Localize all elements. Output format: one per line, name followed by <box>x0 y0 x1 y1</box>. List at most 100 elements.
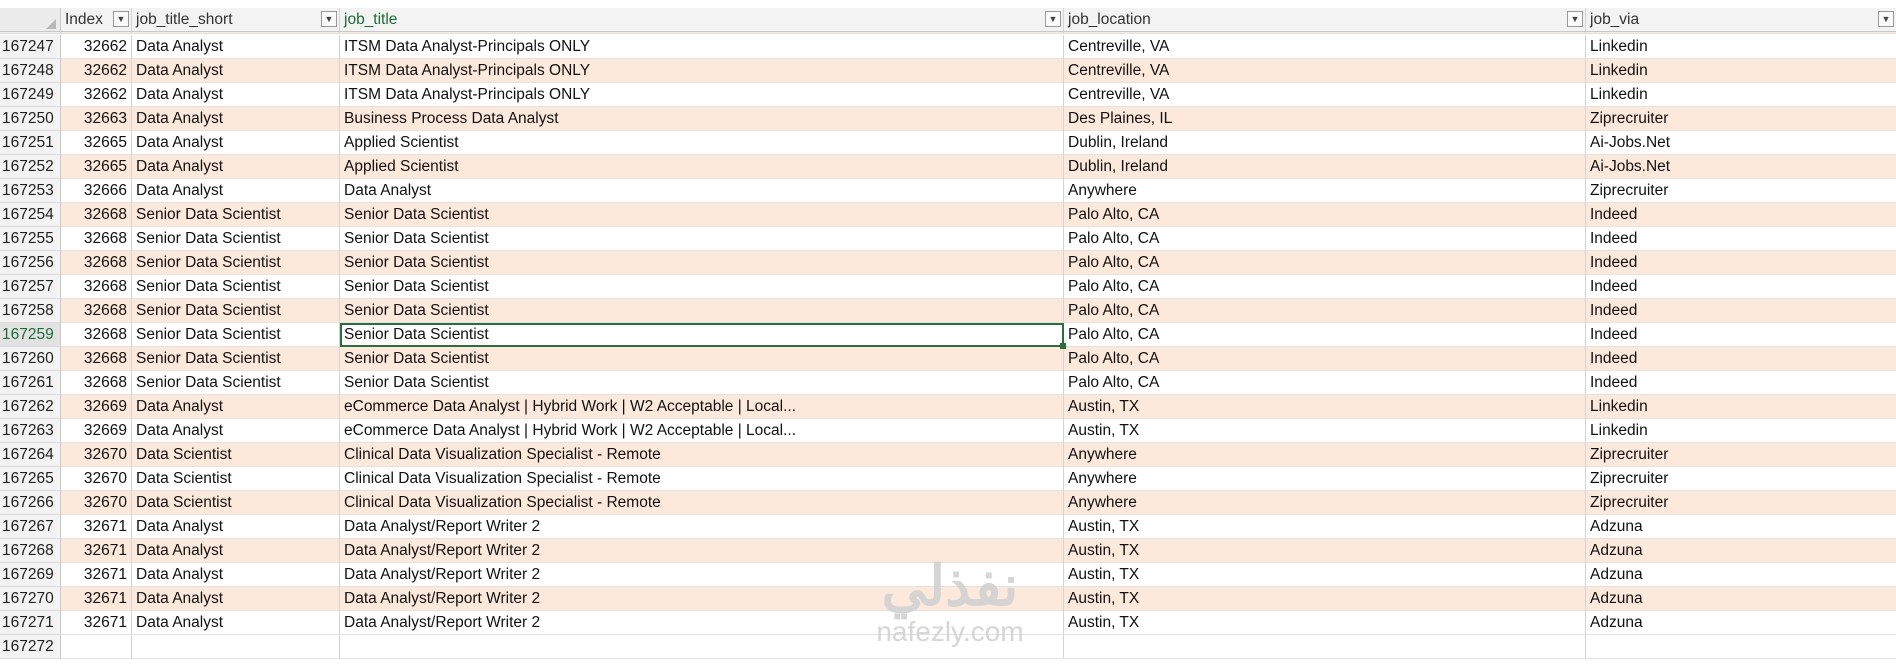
table-row[interactable]: 167267 32671 Data Analyst Data Analyst/Repo… <box>0 515 1896 539</box>
cell-job-via[interactable]: Adzuna <box>1586 611 1896 635</box>
cell-job-via[interactable]: Ziprecruiter <box>1586 107 1896 131</box>
cell-job-title-short[interactable]: Data Analyst <box>132 179 340 203</box>
table-row[interactable]: 167270 32671 Data Analyst Data Analyst/Repo… <box>0 587 1896 611</box>
cell-job-title-short[interactable]: Data Scientist <box>132 491 340 515</box>
cell-job-via[interactable]: Indeed <box>1586 251 1896 275</box>
cell-index[interactable]: 32669 <box>61 395 132 419</box>
cell-job-title[interactable]: ITSM Data Analyst-Principals ONLY <box>340 59 1064 83</box>
row-number[interactable]: 167252 <box>0 155 61 179</box>
table-row[interactable]: 167248 32662 Data Analyst ITSM Data Analyst… <box>0 59 1896 83</box>
cell-job-title[interactable]: eCommerce Data Analyst | Hybrid Work | W… <box>340 395 1064 419</box>
cell-job-location[interactable]: Palo Alto, CA <box>1064 203 1586 227</box>
cell-index[interactable]: 32665 <box>61 131 132 155</box>
cell-job-location[interactable]: Dublin, Ireland <box>1064 155 1586 179</box>
table-row[interactable]: 167253 32666 Data Analyst Data Analyst Anywh… <box>0 179 1896 203</box>
cell-job-title-short[interactable]: Data Analyst <box>132 155 340 179</box>
cell-job-title[interactable]: Data Analyst/Report Writer 2 <box>340 515 1064 539</box>
cell-job-title[interactable]: Data Analyst/Report Writer 2 <box>340 539 1064 563</box>
table-row[interactable]: 167251 32665 Data Analyst Applied Scientist… <box>0 131 1896 155</box>
cell-job-title-short[interactable]: Data Analyst <box>132 563 340 587</box>
cell-index[interactable]: 32663 <box>61 107 132 131</box>
row-number[interactable]: 167272 <box>0 635 61 659</box>
cell-index[interactable]: 32668 <box>61 251 132 275</box>
cell-job-title[interactable]: Business Process Data Analyst <box>340 107 1064 131</box>
row-number[interactable]: 167260 <box>0 347 61 371</box>
cell-job-title[interactable]: Clinical Data Visualization Specialist -… <box>340 443 1064 467</box>
row-number[interactable]: 167265 <box>0 467 61 491</box>
table-row[interactable]: 167252 32665 Data Analyst Applied Scientist… <box>0 155 1896 179</box>
cell-job-title[interactable]: Applied Scientist <box>340 131 1064 155</box>
cell-job-title-short[interactable]: Data Analyst <box>132 131 340 155</box>
cell-job-title-short[interactable]: Senior Data Scientist <box>132 371 340 395</box>
row-number[interactable]: 167248 <box>0 59 61 83</box>
cell-job-via[interactable]: Linkedin <box>1586 59 1896 83</box>
cell-index[interactable]: 32670 <box>61 491 132 515</box>
table-row[interactable]: 167271 32671 Data Analyst Data Analyst/Repo… <box>0 611 1896 635</box>
cell-job-via[interactable]: Linkedin <box>1586 83 1896 107</box>
row-number[interactable]: 167253 <box>0 179 61 203</box>
cell-job-title[interactable]: ITSM Data Analyst-Principals ONLY <box>340 83 1064 107</box>
cell-job-via[interactable]: Linkedin <box>1586 419 1896 443</box>
cell-job-via[interactable]: Ziprecruiter <box>1586 491 1896 515</box>
cell-index[interactable]: 32668 <box>61 203 132 227</box>
cell-job-title[interactable] <box>340 635 1064 659</box>
filter-dropdown-icon[interactable]: ▼ <box>321 11 337 27</box>
cell-job-via[interactable]: Indeed <box>1586 371 1896 395</box>
cell-index[interactable]: 32671 <box>61 515 132 539</box>
cell-job-via[interactable]: Ziprecruiter <box>1586 179 1896 203</box>
table-row[interactable]: 167249 32662 Data Analyst ITSM Data Analyst… <box>0 83 1896 107</box>
cell-job-title-short[interactable]: Senior Data Scientist <box>132 299 340 323</box>
cell-job-via[interactable]: Indeed <box>1586 203 1896 227</box>
cell-job-title-short[interactable]: Senior Data Scientist <box>132 323 340 347</box>
cell-job-title[interactable]: Senior Data Scientist <box>340 275 1064 299</box>
cell-job-location[interactable]: Anywhere <box>1064 443 1586 467</box>
cell-index[interactable]: 32671 <box>61 587 132 611</box>
filter-dropdown-icon[interactable]: ▼ <box>113 11 129 27</box>
cell-job-location[interactable]: Centreville, VA <box>1064 35 1586 59</box>
cell-index[interactable]: 32670 <box>61 467 132 491</box>
cell-job-title-short[interactable]: Data Scientist <box>132 467 340 491</box>
empty-table-row[interactable]: 167272 <box>0 635 1896 659</box>
cell-job-title[interactable]: Clinical Data Visualization Specialist -… <box>340 491 1064 515</box>
cell-job-location[interactable]: Palo Alto, CA <box>1064 347 1586 371</box>
row-number[interactable]: 167258 <box>0 299 61 323</box>
cell-job-title[interactable]: Data Analyst/Report Writer 2 <box>340 611 1064 635</box>
cell-job-title-short[interactable]: Data Analyst <box>132 611 340 635</box>
row-number[interactable]: 167257 <box>0 275 61 299</box>
row-number[interactable]: 167262 <box>0 395 61 419</box>
row-number[interactable]: 167249 <box>0 83 61 107</box>
select-all-corner[interactable] <box>0 8 61 32</box>
row-number[interactable]: 167266 <box>0 491 61 515</box>
cell-job-title[interactable]: Senior Data Scientist <box>340 227 1064 251</box>
cell-index[interactable]: 32668 <box>61 227 132 251</box>
cell-job-location[interactable]: Austin, TX <box>1064 611 1586 635</box>
cell-job-via[interactable]: Indeed <box>1586 347 1896 371</box>
header-job-location[interactable]: job_location ▼ <box>1064 8 1586 32</box>
table-row[interactable]: 167263 32669 Data Analyst eCommerce Data An… <box>0 419 1896 443</box>
table-row[interactable]: 167256 32668 Senior Data Scientist Senior D… <box>0 251 1896 275</box>
cell-index[interactable]: 32671 <box>61 563 132 587</box>
cell-job-title-short[interactable] <box>132 635 340 659</box>
filter-dropdown-icon[interactable]: ▼ <box>1878 11 1894 27</box>
cell-job-location[interactable]: Palo Alto, CA <box>1064 323 1586 347</box>
cell-job-location[interactable]: Centreville, VA <box>1064 83 1586 107</box>
cell-job-via[interactable]: Ai-Jobs.Net <box>1586 131 1896 155</box>
table-row[interactable]: 167258 32668 Senior Data Scientist Senior D… <box>0 299 1896 323</box>
cell-job-via[interactable]: Indeed <box>1586 323 1896 347</box>
cell-index[interactable]: 32666 <box>61 179 132 203</box>
cell-index[interactable]: 32668 <box>61 323 132 347</box>
table-row[interactable]: 167268 32671 Data Analyst Data Analyst/Repo… <box>0 539 1896 563</box>
cell-job-title-short[interactable]: Data Analyst <box>132 539 340 563</box>
table-row[interactable]: 167269 32671 Data Analyst Data Analyst/Repo… <box>0 563 1896 587</box>
cell-job-via[interactable]: Linkedin <box>1586 395 1896 419</box>
header-job-via[interactable]: job_via ▼ <box>1586 8 1896 32</box>
selected-cell[interactable]: Senior Data Scientist <box>340 323 1064 347</box>
cell-index[interactable]: 32669 <box>61 419 132 443</box>
row-number[interactable]: 167254 <box>0 203 61 227</box>
cell-job-title-short[interactable]: Senior Data Scientist <box>132 347 340 371</box>
cell-index[interactable]: 32671 <box>61 539 132 563</box>
fill-handle[interactable] <box>1060 343 1066 349</box>
cell-job-title[interactable]: Senior Data Scientist <box>340 299 1064 323</box>
cell-job-via[interactable]: Adzuna <box>1586 563 1896 587</box>
table-row[interactable]: 167264 32670 Data Scientist Clinical Data V… <box>0 443 1896 467</box>
